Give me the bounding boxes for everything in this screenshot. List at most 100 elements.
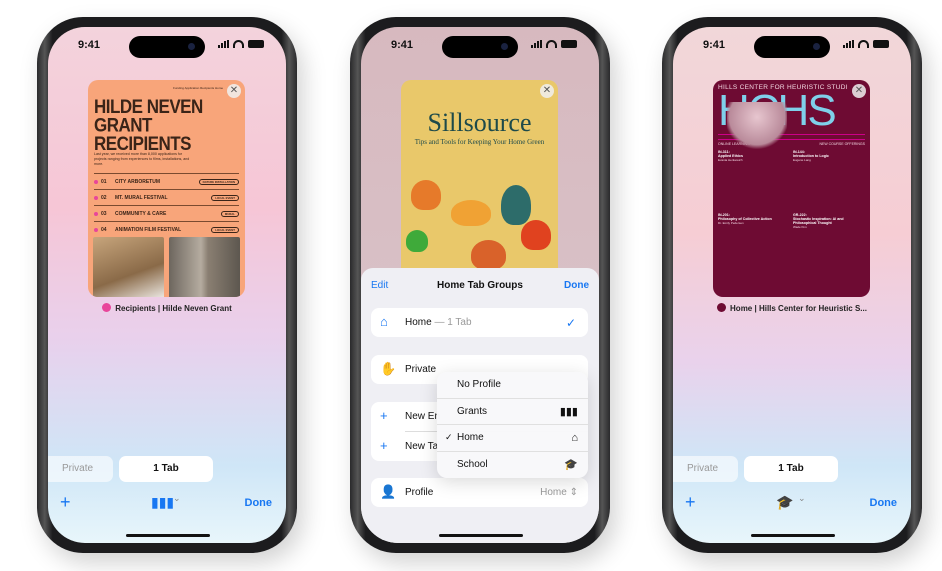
course-teacher: Dr. Emily Pedersen [718, 221, 744, 225]
row-num: 04 [101, 226, 107, 233]
photo-alley [169, 237, 240, 297]
row-title: COMMUNITY & CARE [115, 210, 167, 217]
books-icon: ▮▮▮ [559, 405, 578, 418]
checkmark-icon: ✓ [565, 315, 576, 330]
close-tab-icon[interactable]: ✕ [540, 84, 554, 98]
recipient-row: 02 MT. MURAL FESTIVAL LOCAL EVENT [94, 189, 239, 205]
course-teacher: Evania Henkewich [718, 158, 743, 162]
action-label: New En [405, 411, 441, 422]
site-tagline: Tips and Tools for Keeping Your Home Gre… [414, 138, 545, 146]
illustration [411, 180, 441, 210]
graduation-cap-icon[interactable]: 🎓 [776, 494, 793, 511]
recipient-row: 04 ANIMATION FILM FESTIVAL LOCAL EVENT [94, 221, 239, 237]
chevron-down-icon[interactable]: ⌄ [798, 493, 806, 504]
signal-icon [531, 40, 542, 48]
play-icon [94, 227, 98, 232]
group-detail: — 1 Tab [434, 317, 472, 328]
home-indicator [126, 534, 210, 537]
illustration [451, 200, 491, 226]
chevron-down-icon[interactable]: ⌄ [173, 493, 181, 504]
status-time: 9:41 [703, 39, 726, 51]
row-num: 03 [101, 210, 107, 217]
status-icons [218, 40, 264, 48]
course-teacher: Eugene Lang [793, 158, 811, 162]
row-title: CITY ARBORETUM [115, 178, 160, 185]
house-icon: ⌂ [380, 314, 388, 329]
profile-row[interactable]: 👤 Profile Home ⇕ [371, 478, 588, 507]
status-time: 9:41 [391, 39, 414, 51]
house-icon: ⌂ [571, 431, 578, 444]
profile-label: Profile [405, 487, 434, 498]
chevron-updown-icon: ⇕ [569, 487, 578, 498]
plus-icon: + [380, 437, 388, 453]
new-tab-button[interactable]: + [60, 492, 71, 513]
menu-label: Grants [457, 405, 488, 417]
done-button[interactable]: Done [564, 280, 589, 291]
menu-item-grants[interactable]: Grants ▮▮▮ [437, 399, 588, 425]
course-title: Stochastic Inspiration: AI and Philosoph… [793, 217, 844, 225]
caption-text: Home | Hills Center for Heuristic S... [730, 304, 867, 313]
nav-link: Recipients [200, 86, 215, 90]
photo-sculpture [93, 237, 164, 297]
illustration [501, 185, 531, 225]
row-tag: NATURE INSTALLATION [198, 178, 239, 185]
new-tab-button[interactable]: + [685, 492, 696, 513]
close-tab-icon[interactable]: ✕ [227, 84, 241, 98]
site-logo: Sillsource [427, 108, 532, 137]
nav-link: Application [184, 86, 200, 90]
close-tab-icon[interactable]: ✕ [852, 84, 866, 98]
recipient-row: 01 CITY ARBORETUM NATURE INSTALLATION [94, 173, 239, 189]
dynamic-island [754, 36, 830, 58]
site-nav: Funding Application Recipients Home [94, 86, 223, 90]
iphone-3: 9:41 HILLS CENTER FOR HEURISTIC STUDI HC… [662, 17, 922, 553]
profile-icon: 👤 [380, 484, 397, 499]
tab-group-current[interactable]: 1 Tab [119, 456, 213, 482]
tab-groups-sheet: Edit Home Tab Groups Done ⌂ Home — 1 Tab ✓… [361, 268, 599, 543]
group-label: Private [405, 364, 437, 375]
play-icon [94, 195, 98, 200]
done-button[interactable]: Done [870, 497, 898, 509]
recipient-row: 03 COMMUNITY & CARE MURAL [94, 205, 239, 221]
play-icon [94, 179, 98, 184]
menu-label: School [457, 459, 488, 471]
row-num: 01 [101, 178, 107, 185]
tab-thumbnail-hchs[interactable]: HILLS CENTER FOR HEURISTIC STUDI HCHS ON… [713, 80, 870, 297]
wifi-icon [233, 40, 244, 48]
tab-caption: Home | Hills Center for Heuristic S... [673, 303, 911, 313]
done-button[interactable]: Done [245, 497, 273, 509]
books-icon[interactable]: ▮▮▮ [151, 494, 174, 511]
course-card: IN-144: Introduction to Logic Eugene Lang [793, 150, 865, 210]
status-time: 9:41 [78, 39, 101, 51]
favicon [102, 303, 112, 312]
home-group[interactable]: ⌂ Home — 1 Tab ✓ [371, 308, 588, 337]
row-title: MT. MURAL FESTIVAL [115, 194, 168, 201]
group-label: Home [405, 317, 432, 328]
screen: 9:41 Sillsource Tips and Tools for Keepi… [361, 27, 599, 543]
course-teacher: Wade Kim [793, 225, 807, 229]
menu-item-school[interactable]: School 🎓 [437, 452, 588, 479]
tab-group-current[interactable]: 1 Tab [744, 456, 838, 482]
menu-item-no-profile[interactable]: No Profile [437, 372, 588, 399]
row-num: 02 [101, 194, 107, 201]
section-heading: NEW COURSE OFFERINGS [819, 142, 865, 146]
row-tag: MURAL [220, 210, 239, 217]
profile-menu: No Profile Grants ▮▮▮ ✓ Home ⌂ School 🎓 [437, 372, 588, 478]
signal-icon [218, 40, 229, 48]
battery-icon [561, 40, 577, 48]
tab-thumbnail-sillsource[interactable]: Sillsource Tips and Tools for Keeping Yo… [401, 80, 558, 295]
play-icon [94, 211, 98, 216]
battery-icon [873, 40, 889, 48]
wifi-icon [546, 40, 557, 48]
dynamic-island [442, 36, 518, 58]
menu-item-home[interactable]: ✓ Home ⌂ [437, 425, 588, 452]
page-heading: HILDE NEVEN GRANT RECIPIENTS [94, 95, 203, 155]
iphone-2: 9:41 Sillsource Tips and Tools for Keepi… [350, 17, 610, 553]
home-indicator [439, 534, 523, 537]
graduation-cap-icon: 🎓 [564, 459, 578, 472]
checkmark-icon: ✓ [445, 432, 453, 443]
tab-thumbnail-recipients[interactable]: Funding Application Recipients Home HILD… [88, 80, 245, 297]
course-card: IN-201: Philosophy of Collective Action Dr… [718, 213, 790, 273]
illustration [521, 220, 551, 250]
tab-private[interactable]: Private [48, 456, 113, 482]
tab-private[interactable]: Private [673, 456, 738, 482]
